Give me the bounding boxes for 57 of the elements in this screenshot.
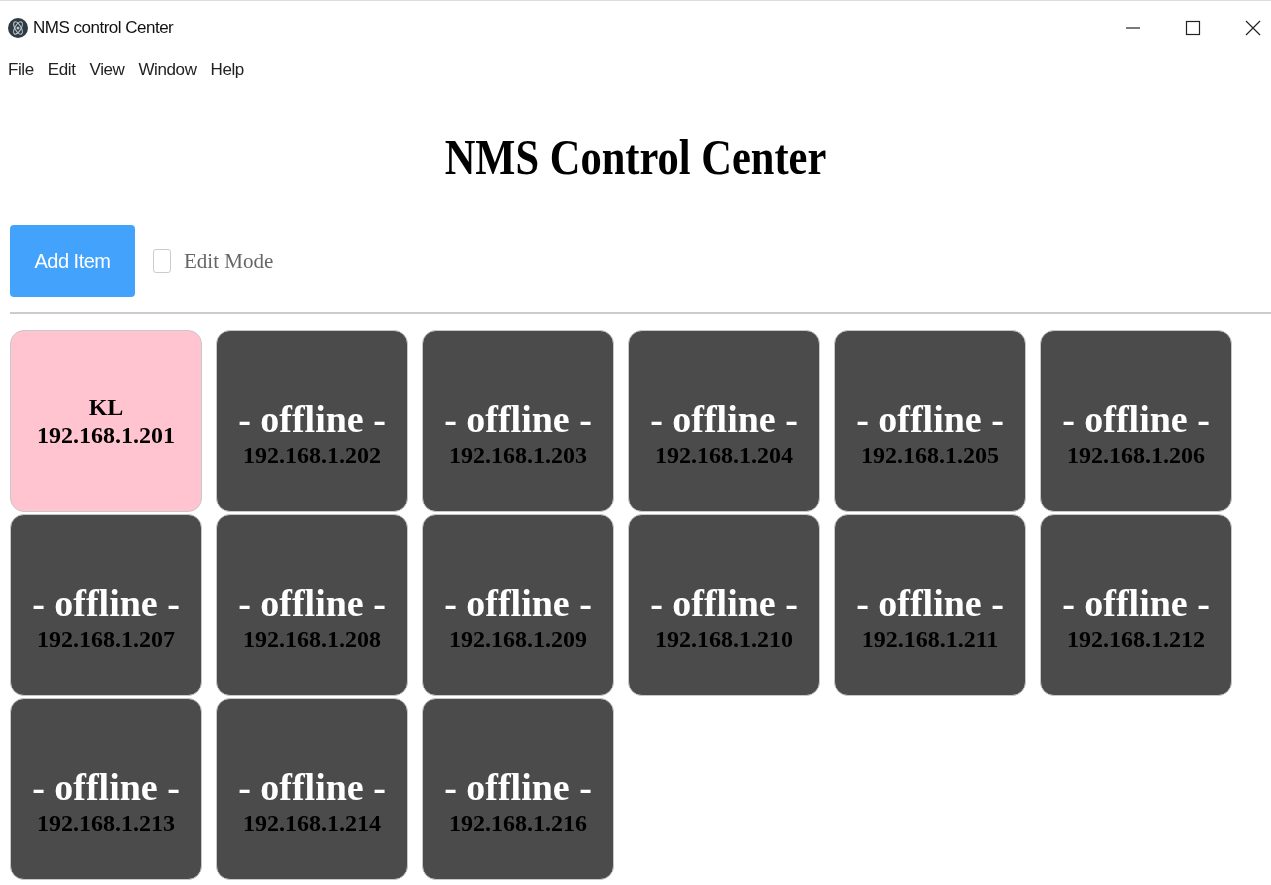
device-tile[interactable]: - offline - 192.168.1.214	[216, 698, 408, 880]
device-ip: 192.168.1.204	[655, 441, 793, 469]
offline-label: - offline -	[856, 583, 1004, 623]
offline-label: - offline -	[32, 583, 180, 623]
offline-label: - offline -	[238, 399, 386, 439]
device-ip: 192.168.1.208	[243, 625, 381, 653]
menu-item[interactable]: Window	[138, 60, 197, 80]
maximize-icon[interactable]	[1185, 19, 1201, 36]
device-tile[interactable]: - offline - 192.168.1.210	[628, 514, 820, 696]
offline-label: - offline -	[444, 767, 592, 807]
device-ip: 192.168.1.205	[861, 441, 999, 469]
device-tile[interactable]: - offline - 192.168.1.212	[1040, 514, 1232, 696]
device-ip: 192.168.1.216	[449, 809, 587, 837]
device-ip: 192.168.1.213	[37, 809, 175, 837]
device-ip: 192.168.1.202	[243, 441, 381, 469]
device-tile[interactable]: - offline - 192.168.1.207	[10, 514, 202, 696]
device-tile[interactable]: - offline - 192.168.1.203	[422, 330, 614, 512]
device-ip: 192.168.1.210	[655, 625, 793, 653]
offline-label: - offline -	[1062, 399, 1210, 439]
edit-mode-label: Edit Mode	[184, 248, 274, 274]
device-tile[interactable]: KL 192.168.1.201	[10, 330, 202, 512]
offline-label: - offline -	[444, 399, 592, 439]
offline-label: - offline -	[650, 399, 798, 439]
menu-item[interactable]: View	[89, 60, 125, 80]
offline-label: - offline -	[238, 767, 386, 807]
device-tile[interactable]: - offline - 192.168.1.211	[834, 514, 1026, 696]
device-tile[interactable]: - offline - 192.168.1.205	[834, 330, 1026, 512]
device-tile[interactable]: - offline - 192.168.1.206	[1040, 330, 1232, 512]
device-ip: 192.168.1.207	[37, 625, 175, 653]
edit-mode-checkbox[interactable]	[153, 249, 171, 273]
offline-label: - offline -	[1062, 583, 1210, 623]
device-name: KL	[88, 393, 124, 421]
offline-label: - offline -	[32, 767, 180, 807]
device-tile[interactable]: - offline - 192.168.1.202	[216, 330, 408, 512]
offline-label: - offline -	[444, 583, 592, 623]
device-ip: 192.168.1.211	[861, 625, 999, 653]
offline-label: - offline -	[238, 583, 386, 623]
offline-label: - offline -	[650, 583, 798, 623]
device-tile[interactable]: - offline - 192.168.1.213	[10, 698, 202, 880]
device-ip: 192.168.1.209	[449, 625, 587, 653]
device-tile[interactable]: - offline - 192.168.1.204	[628, 330, 820, 512]
device-ip: 192.168.1.203	[449, 441, 587, 469]
window-title: NMS control Center	[33, 17, 174, 38]
device-ip: 192.168.1.206	[1067, 441, 1205, 469]
offline-label: - offline -	[856, 399, 1004, 439]
device-ip: 192.168.1.214	[243, 809, 381, 837]
menu-item[interactable]: Edit	[47, 60, 76, 80]
menu-item[interactable]: Help	[210, 60, 244, 80]
device-ip: 192.168.1.201	[37, 421, 175, 449]
close-icon[interactable]	[1245, 19, 1261, 36]
menu-item[interactable]: File	[8, 60, 34, 80]
device-tile[interactable]: - offline - 192.168.1.216	[422, 698, 614, 880]
device-ip: 192.168.1.212	[1067, 625, 1205, 653]
device-tile[interactable]: - offline - 192.168.1.209	[422, 514, 614, 696]
page-heading: NMS Control Center	[443, 128, 828, 187]
app-icon	[8, 17, 28, 38]
device-tile[interactable]: - offline - 192.168.1.208	[216, 514, 408, 696]
